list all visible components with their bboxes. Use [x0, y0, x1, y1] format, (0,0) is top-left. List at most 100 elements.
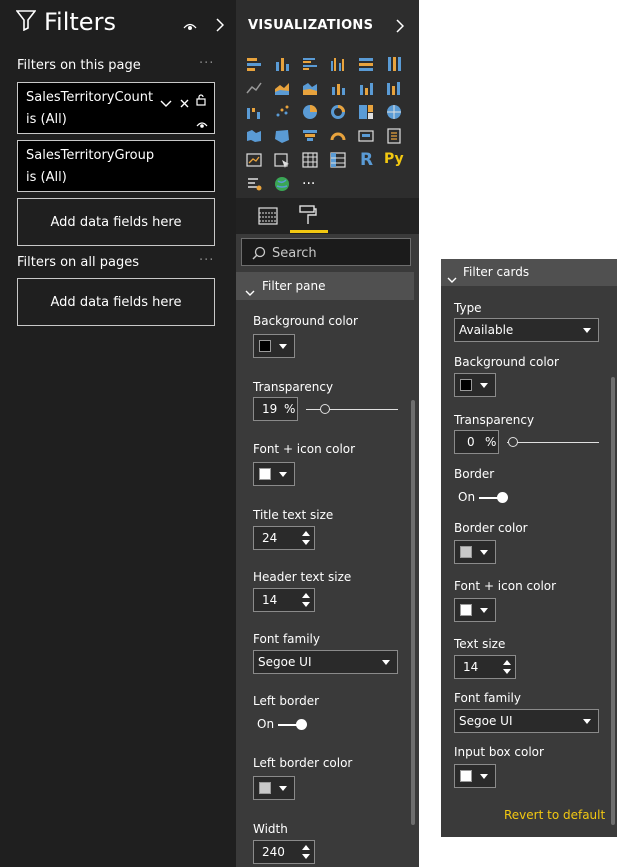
stepper-down-icon[interactable] — [503, 669, 511, 674]
card-transparency-slider-track[interactable] — [507, 442, 599, 443]
card-font-icon-color-picker[interactable] — [454, 598, 496, 622]
text-size-input[interactable]: 14 — [454, 655, 516, 679]
stacked-bar-chart-icon[interactable] — [246, 56, 262, 72]
r-script-visual-icon[interactable]: R — [360, 150, 376, 170]
filter-card-field: SalesTerritoryCountry — [26, 90, 154, 105]
font-icon-color-picker[interactable] — [253, 462, 295, 486]
caret-down-icon — [480, 383, 488, 388]
stacked-column-chart-icon[interactable] — [274, 56, 290, 72]
scatter-chart-icon[interactable] — [274, 104, 290, 120]
line-chart-icon[interactable] — [246, 80, 262, 96]
100-stacked-bar-icon[interactable] — [358, 56, 374, 72]
kpi-icon[interactable] — [246, 152, 262, 168]
table-visual-icon[interactable] — [302, 152, 318, 168]
border-color-picker[interactable] — [454, 540, 496, 564]
active-tab-underline — [290, 230, 328, 233]
arcgis-map-icon[interactable] — [274, 176, 290, 192]
input-box-color-label: Input box color — [454, 745, 544, 759]
background-color-picker[interactable] — [253, 334, 295, 358]
card-transparency-input[interactable]: 0 % — [454, 430, 499, 454]
stepper[interactable] — [302, 591, 310, 609]
visualizations-pane: VISUALIZATIONS R Py ··· Search Filter pa… — [236, 0, 419, 867]
more-options-icon[interactable]: ··· — [199, 56, 214, 71]
header-text-size-input[interactable]: 14 — [253, 588, 315, 612]
stepper[interactable] — [503, 658, 511, 676]
filled-map-icon[interactable] — [246, 128, 262, 144]
stepper-down-icon[interactable] — [302, 602, 310, 607]
format-search-input[interactable] — [241, 238, 411, 266]
more-options-icon[interactable]: ··· — [199, 253, 214, 268]
background-color-label: Background color — [253, 314, 358, 328]
stepper-up-icon[interactable] — [302, 593, 310, 598]
chevron-down-icon[interactable] — [447, 269, 457, 288]
width-input[interactable]: 240 — [253, 840, 315, 864]
clustered-column-chart-icon[interactable] — [330, 56, 346, 72]
line-clustered-column-icon[interactable] — [330, 80, 346, 96]
stepper-up-icon[interactable] — [302, 845, 310, 850]
key-influencers-icon[interactable] — [246, 176, 262, 192]
gauge-icon[interactable] — [330, 128, 346, 144]
left-border-toggle-thumb[interactable] — [296, 719, 307, 730]
add-data-fields-all-pages-dropzone[interactable]: Add data fields here — [17, 278, 215, 326]
chevron-down-icon[interactable] — [160, 93, 172, 112]
fields-tab-icon[interactable] — [258, 206, 278, 230]
stepper-down-icon[interactable] — [302, 854, 310, 859]
card-transparency-slider-thumb[interactable] — [508, 437, 518, 447]
filter-cards-scrollbar[interactable] — [611, 377, 615, 825]
font-family-select[interactable]: Segoe UI — [253, 650, 398, 674]
collapse-chevron-icon[interactable] — [396, 18, 405, 37]
card-visual-icon[interactable] — [358, 128, 374, 144]
treemap-icon[interactable] — [358, 104, 374, 120]
close-icon[interactable] — [180, 93, 189, 112]
ribbon-chart-icon[interactable] — [386, 80, 402, 96]
font-family-label: Font family — [253, 632, 320, 646]
donut-chart-icon[interactable] — [330, 104, 346, 120]
multi-row-card-icon[interactable] — [386, 128, 402, 144]
eye-icon[interactable] — [183, 18, 197, 37]
input-box-color-picker[interactable] — [454, 764, 496, 788]
python-visual-icon[interactable]: Py — [384, 151, 404, 167]
filter-card[interactable]: SalesTerritoryGroup is (All) — [17, 140, 215, 192]
card-font-family-select[interactable]: Segoe UI — [454, 709, 599, 733]
add-data-fields-dropzone[interactable]: Add data fields here — [17, 198, 215, 246]
stepper-up-icon[interactable] — [503, 660, 511, 665]
clustered-bar-chart-icon[interactable] — [302, 56, 318, 72]
revert-to-default-link[interactable]: Revert to default — [504, 808, 605, 822]
line-stacked-column-icon[interactable] — [358, 80, 374, 96]
left-border-color-picker[interactable] — [253, 776, 295, 800]
format-paint-roller-icon[interactable] — [298, 204, 318, 230]
chevron-down-icon[interactable] — [245, 282, 255, 301]
card-background-color-picker[interactable] — [454, 373, 496, 397]
lock-icon[interactable] — [196, 91, 206, 110]
transparency-slider-thumb[interactable] — [320, 404, 330, 414]
stepper[interactable] — [302, 529, 310, 547]
card-type-select[interactable]: Available — [454, 318, 599, 342]
text-size-label: Text size — [454, 637, 506, 651]
format-pane-scrollbar[interactable] — [411, 400, 415, 825]
card-font-family-label: Font family — [454, 691, 521, 705]
stepper[interactable] — [302, 843, 310, 861]
stacked-area-chart-icon[interactable] — [302, 80, 318, 96]
transparency-input[interactable]: 19 % — [253, 397, 298, 421]
collapse-chevron-icon[interactable] — [216, 17, 225, 36]
matrix-icon[interactable] — [330, 152, 346, 168]
title-text-size-input[interactable]: 24 — [253, 526, 315, 550]
filter-card[interactable]: SalesTerritoryCountry is (All) — [17, 82, 215, 134]
card-font-icon-color-swatch — [460, 604, 472, 616]
area-chart-icon[interactable] — [274, 80, 290, 96]
border-label: Border — [454, 467, 495, 481]
shape-map-icon[interactable] — [274, 128, 290, 144]
map-icon[interactable] — [386, 104, 402, 120]
stepper-up-icon[interactable] — [302, 531, 310, 536]
more-visuals-icon[interactable]: ··· — [302, 176, 318, 192]
waterfall-chart-icon[interactable] — [246, 104, 262, 120]
funnel-chart-icon[interactable] — [302, 128, 318, 144]
border-toggle-thumb[interactable] — [497, 492, 508, 503]
stepper-down-icon[interactable] — [302, 540, 310, 545]
caret-down-icon — [382, 660, 390, 665]
slicer-icon[interactable] — [274, 152, 290, 168]
eye-icon[interactable] — [196, 115, 208, 134]
left-border-label: Left border — [253, 694, 320, 708]
pie-chart-icon[interactable] — [302, 104, 318, 120]
100-stacked-column-icon[interactable] — [386, 56, 402, 72]
